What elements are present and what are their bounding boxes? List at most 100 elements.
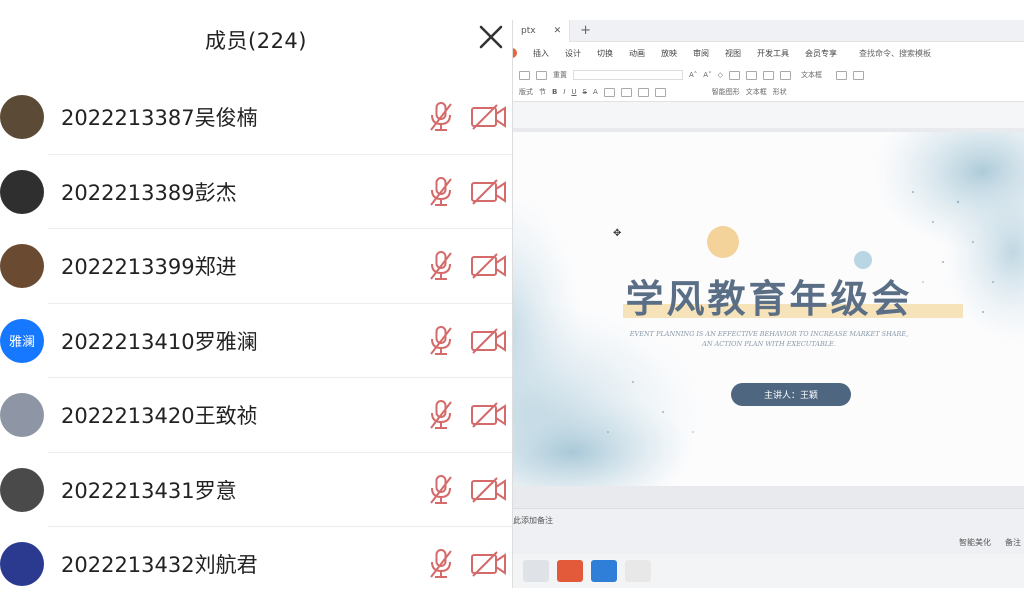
member-name: 2022213431罗意: [61, 478, 237, 503]
mic-muted-icon[interactable]: [428, 101, 454, 133]
slide-subtitle-line2[interactable]: AN ACTION PLAN WITH EXECUTABLE.: [513, 340, 1024, 348]
shape-icon[interactable]: [852, 70, 864, 80]
member-name: 2022213399郑进: [61, 255, 237, 280]
ribbon-tab[interactable]: 设计: [565, 48, 581, 59]
mic-muted-icon[interactable]: [428, 250, 454, 282]
wps-logo-icon: [513, 48, 517, 58]
font-size-down-icon[interactable]: A˅: [703, 71, 711, 79]
ribbon-tab[interactable]: 审阅: [693, 48, 709, 59]
underline-icon[interactable]: U: [571, 88, 576, 96]
member-name: 2022213410罗雅澜: [61, 329, 258, 354]
user-app-icon[interactable]: [625, 560, 651, 582]
bold-icon[interactable]: B: [552, 88, 557, 96]
layout-icon[interactable]: [519, 70, 530, 80]
member-row[interactable]: 2022213420王致祯: [0, 378, 512, 453]
ribbon-tab[interactable]: 视图: [725, 48, 741, 59]
font-color-icon[interactable]: A: [593, 88, 598, 96]
toolbar-label-section[interactable]: 节: [539, 87, 546, 97]
align-left-icon[interactable]: [603, 87, 615, 97]
meeting-app-icon[interactable]: [591, 560, 617, 582]
close-icon[interactable]: [476, 22, 506, 52]
toolbar-label-shape[interactable]: 形状: [773, 87, 787, 97]
camera-off-icon[interactable]: [470, 400, 508, 430]
document-tab[interactable]: ptx ✕: [513, 20, 571, 42]
ribbon-tab[interactable]: 切换: [597, 48, 613, 59]
slide[interactable]: 学风教育年级会 EVENT PLANNING IS AN EFFECTIVE B…: [513, 132, 1024, 486]
avatar: [0, 244, 44, 289]
avatar: [0, 393, 44, 438]
font-name-box[interactable]: [573, 70, 683, 80]
camera-off-icon[interactable]: [470, 549, 508, 579]
textbox-icon[interactable]: [835, 70, 847, 80]
new-tab-icon[interactable]: +: [570, 23, 601, 38]
ribbon-toolbar: 重置 A˄ A˅ ◇ 文本框 版式 节 B I U S A 智能图形 文本框 形…: [513, 64, 1024, 102]
bullet-list-icon[interactable]: [728, 70, 740, 80]
strikethrough-icon[interactable]: S: [583, 88, 587, 96]
italic-icon[interactable]: I: [563, 88, 565, 96]
ribbon-tab[interactable]: 动画: [629, 48, 645, 59]
font-size-up-icon[interactable]: A˄: [689, 71, 697, 79]
toolbar-label-textbox[interactable]: 文本框: [801, 70, 822, 80]
member-row[interactable]: 2022213432刘航君: [0, 527, 512, 600]
toolbar-label-smartart[interactable]: 智能图形: [712, 87, 740, 97]
ribbon-tab[interactable]: 放映: [661, 48, 677, 59]
member-name: 2022213420王致祯: [61, 404, 258, 429]
slide-canvas: 学风教育年级会 EVENT PLANNING IS AN EFFECTIVE B…: [513, 128, 1024, 508]
avatar: [0, 95, 44, 140]
member-row[interactable]: 2022213431罗意: [0, 453, 512, 528]
panel-header: 成员(224): [0, 0, 512, 80]
camera-off-icon[interactable]: [470, 326, 508, 356]
justify-icon[interactable]: [654, 87, 666, 97]
camera-off-icon[interactable]: [470, 475, 508, 505]
number-list-icon[interactable]: [745, 70, 757, 80]
member-name: 2022213432刘航君: [61, 553, 258, 578]
member-panel: 成员(224) 2022213387吴俊楠 2022213389彭杰 20222…: [0, 0, 512, 600]
member-row[interactable]: 2022213399郑进: [0, 229, 512, 304]
mail-app-icon[interactable]: [523, 560, 549, 582]
avatar: [0, 542, 44, 587]
screen-share: ptx ✕ + 插入 设计 切换 动画 放映 审阅 视图 开发工具 会员专享 查找命令、搜索模板 …: [512, 20, 1024, 588]
presenter-pill[interactable]: 主讲人：王颖: [731, 383, 851, 406]
mic-muted-icon[interactable]: [428, 176, 454, 208]
slide-subtitle-line1[interactable]: EVENT PLANNING IS AN EFFECTIVE BEHAVIOR …: [513, 330, 1024, 338]
command-search[interactable]: 查找命令、搜索模板: [859, 48, 931, 59]
mic-muted-icon[interactable]: [428, 474, 454, 506]
toolbar-label-textbox-2[interactable]: 文本框: [746, 87, 767, 97]
toolbar-row-top: 重置 A˄ A˅ ◇ 文本框: [519, 67, 1018, 83]
smart-beautify-button[interactable]: 智能美化: [959, 537, 991, 548]
camera-off-icon[interactable]: [470, 177, 508, 207]
taskbar: [513, 554, 1024, 588]
notes-button[interactable]: 备注: [1005, 537, 1021, 548]
member-row[interactable]: 2022213387吴俊楠: [0, 80, 512, 155]
mic-muted-icon[interactable]: [428, 548, 454, 580]
reset-icon[interactable]: [536, 70, 547, 80]
mic-muted-icon[interactable]: [428, 325, 454, 357]
slide-title[interactable]: 学风教育年级会: [513, 268, 1024, 323]
line-spacing-icon[interactable]: [779, 70, 791, 80]
status-right: 智能美化 备注: [959, 537, 1021, 548]
ribbon-tabs: 插入 设计 切换 动画 放映 审阅 视图 开发工具 会员专享 查找命令、搜索模板: [513, 42, 1024, 64]
ribbon-tab[interactable]: 开发工具: [757, 48, 789, 59]
panel-title: 成员(224): [205, 29, 307, 53]
toolbar-label-reset[interactable]: 重置: [553, 70, 567, 80]
ribbon-tab[interactable]: 会员专享: [805, 48, 837, 59]
camera-off-icon[interactable]: [470, 102, 508, 132]
member-row[interactable]: 雅澜 2022213410罗雅澜: [0, 304, 512, 379]
indent-icon[interactable]: [762, 70, 774, 80]
align-center-icon[interactable]: [620, 87, 632, 97]
mouse-cursor-icon: ✥: [613, 228, 622, 239]
member-row[interactable]: 2022213389彭杰: [0, 155, 512, 230]
mic-muted-icon[interactable]: [428, 399, 454, 431]
camera-off-icon[interactable]: [470, 251, 508, 281]
presenter-label: 主讲人：王颖: [763, 391, 818, 401]
document-tabbar: ptx ✕ +: [513, 20, 1024, 42]
toolbar-label-layout[interactable]: 版式: [519, 87, 533, 97]
wps-app-icon[interactable]: [557, 560, 583, 582]
status-bar: 此添加备注 智能美化 备注: [513, 508, 1024, 554]
align-right-icon[interactable]: [637, 87, 649, 97]
notes-placeholder[interactable]: 此添加备注: [513, 515, 553, 526]
clear-format-icon[interactable]: ◇: [718, 71, 723, 79]
document-tab-label: ptx: [521, 25, 536, 36]
tab-close-icon[interactable]: ✕: [554, 26, 562, 36]
ribbon-tab[interactable]: 插入: [533, 48, 549, 59]
